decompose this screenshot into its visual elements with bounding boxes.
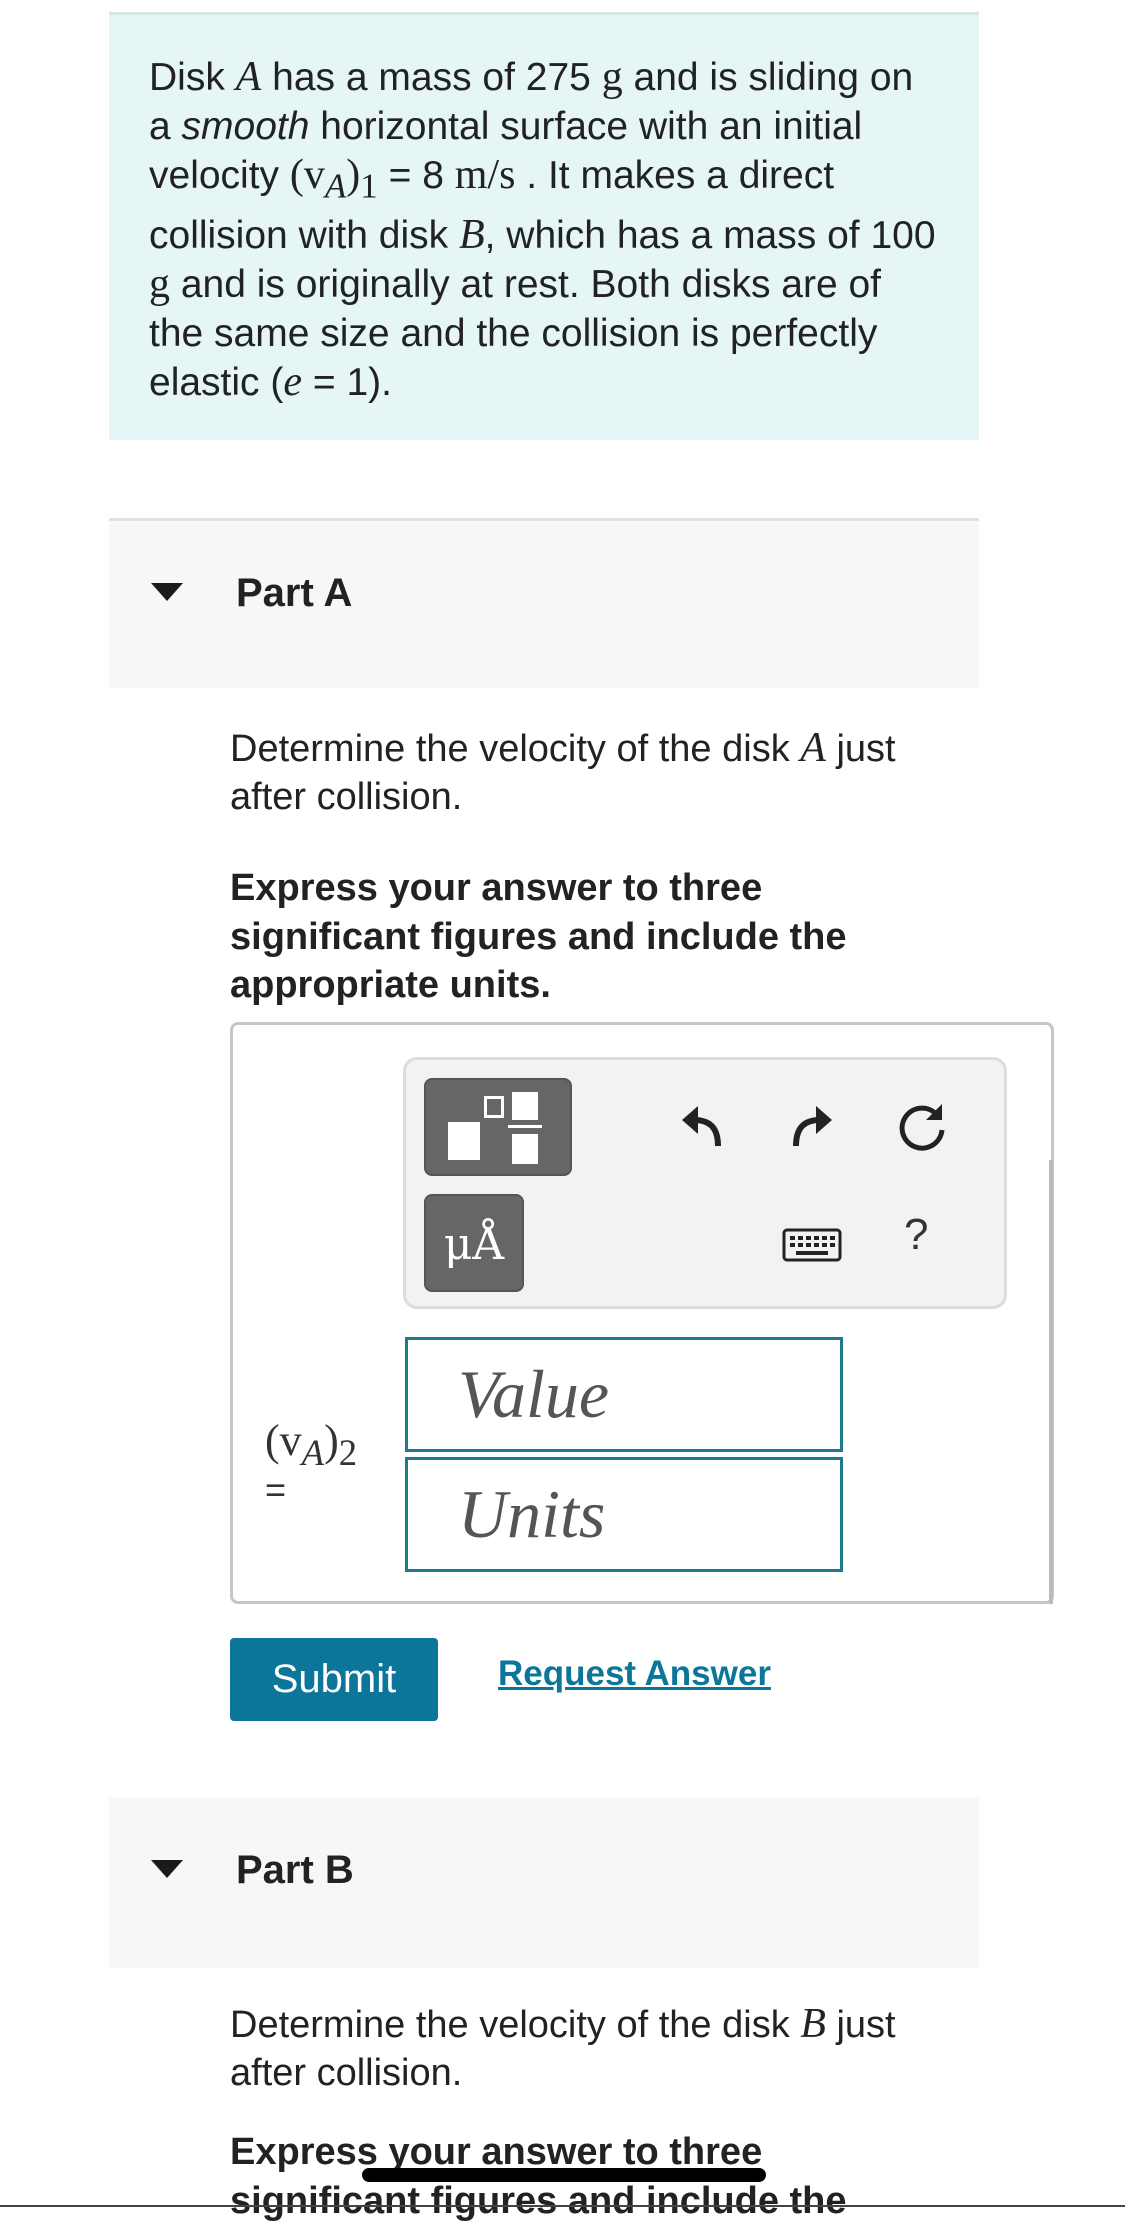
units-field[interactable]: [405, 1457, 843, 1572]
problem-text: = 8: [377, 154, 455, 197]
bottom-divider: [0, 2205, 1125, 2207]
part-a-question: Determine the velocity of the disk A jus…: [230, 725, 896, 818]
keyboard-icon[interactable]: [782, 1228, 842, 1262]
request-answer-link[interactable]: Request Answer: [498, 1654, 771, 1694]
home-indicator: [362, 2168, 766, 2182]
part-b-title: Part B: [236, 1848, 354, 1892]
problem-statement: Disk A has a mass of 275 g and is slidin…: [109, 12, 979, 440]
help-icon[interactable]: ?: [904, 1210, 928, 1260]
part-b-header[interactable]: Part B: [109, 1798, 979, 1968]
submit-button[interactable]: Submit: [230, 1638, 438, 1721]
var-b: B: [458, 211, 485, 258]
redo-icon[interactable]: [786, 1100, 836, 1152]
templates-icon[interactable]: [424, 1078, 572, 1176]
value-field[interactable]: [405, 1337, 843, 1452]
units-input[interactable]: [408, 1460, 840, 1569]
problem-text: = 1).: [302, 361, 392, 405]
undo-icon[interactable]: [678, 1100, 728, 1152]
unit-g: g: [149, 261, 170, 308]
caret-down-icon[interactable]: [151, 583, 183, 601]
var-e: e: [283, 359, 303, 406]
emphasis-smooth: smooth: [181, 104, 310, 148]
part-a-title: Part A: [236, 571, 353, 615]
equals-sign: =: [265, 1469, 287, 1510]
reset-icon[interactable]: [894, 1100, 950, 1156]
problem-text: Disk: [149, 56, 236, 99]
problem-text: , which has a mass of 100: [484, 213, 936, 257]
problem-text: and is originally at rest. Both disks ar…: [149, 263, 882, 405]
caret-down-icon[interactable]: [151, 1860, 183, 1878]
part-a-header[interactable]: Part A: [109, 518, 979, 688]
velocity-symbol: (vA)1: [289, 152, 378, 206]
value-input[interactable]: [408, 1340, 840, 1449]
answer-variable-label: (vA)2: [265, 1416, 358, 1473]
var-a: A: [235, 54, 262, 100]
problem-text: has a mass of 275: [261, 56, 602, 99]
units-icon[interactable]: μÅ: [424, 1194, 524, 1292]
answer-box: μÅ ? (vA)2 =: [230, 1022, 1054, 1604]
part-a-instruction: Express your answer to three significant…: [230, 867, 847, 1006]
scrollbar[interactable]: [1049, 1160, 1053, 1604]
part-b-question: Determine the velocity of the disk B jus…: [230, 2001, 896, 2094]
unit-g: g: [601, 54, 623, 100]
math-toolbar: μÅ ?: [403, 1057, 1007, 1309]
unit-ms: m/s: [454, 152, 516, 198]
